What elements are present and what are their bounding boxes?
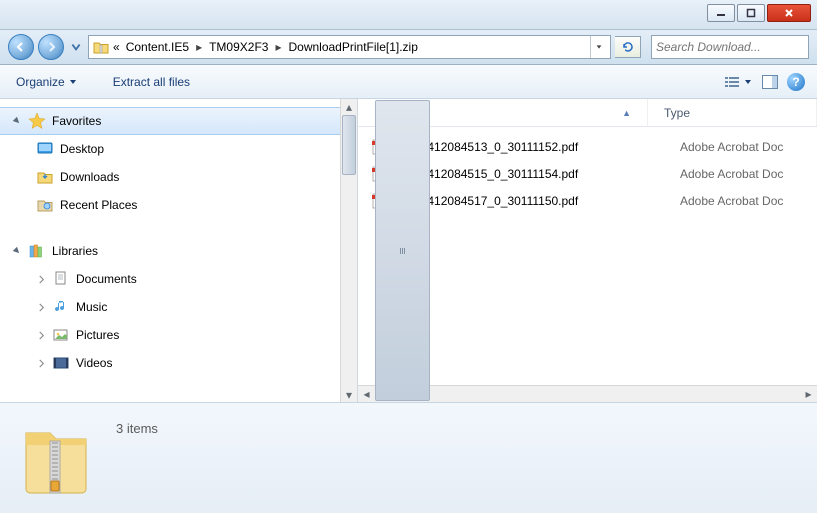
details-item-count: 3 items	[116, 417, 158, 436]
tree-music[interactable]: Music	[0, 293, 357, 321]
tree-label: Recent Places	[60, 198, 137, 212]
tree-label: Pictures	[76, 328, 119, 342]
organize-label: Organize	[16, 75, 65, 89]
tree-label: Music	[76, 300, 107, 314]
tree-label: Videos	[76, 356, 112, 370]
nav-scrollbar[interactable]: ▴ ▾	[340, 99, 357, 402]
breadcrumb-seg-content[interactable]: Content.IE5	[124, 40, 191, 54]
chevron-down-icon	[69, 78, 77, 86]
column-label: Type	[664, 106, 690, 120]
tree-recent-places[interactable]: Recent Places	[0, 191, 357, 219]
preview-pane-icon	[762, 75, 778, 89]
navigation-pane: Favorites Desktop Downloads Recent Place…	[0, 99, 358, 402]
pictures-icon	[52, 326, 70, 344]
forward-button[interactable]	[38, 34, 64, 60]
music-icon	[52, 298, 70, 316]
tree-desktop[interactable]: Desktop	[0, 135, 357, 163]
tree-label: Favorites	[52, 114, 101, 128]
view-options-button[interactable]	[721, 73, 755, 91]
close-button[interactable]	[767, 4, 811, 22]
main-content: Favorites Desktop Downloads Recent Place…	[0, 99, 817, 402]
scroll-up-icon[interactable]: ▴	[341, 99, 357, 114]
expand-icon[interactable]	[36, 302, 46, 312]
tree-pictures[interactable]: Pictures	[0, 321, 357, 349]
extract-label: Extract all files	[113, 75, 190, 89]
file-name: 20130412084515_0_30111154.pdf	[394, 167, 672, 181]
tree-libraries[interactable]: Libraries	[0, 237, 357, 265]
breadcrumb-arrow-icon[interactable]: ▸	[193, 40, 205, 54]
scroll-right-icon[interactable]: ▸	[800, 386, 817, 402]
scroll-thumb[interactable]	[342, 115, 356, 175]
zip-folder-large-icon	[20, 419, 92, 497]
libraries-icon	[28, 242, 46, 260]
file-type: Adobe Acrobat Doc	[680, 167, 783, 181]
help-icon: ?	[787, 73, 805, 91]
collapse-icon[interactable]	[12, 246, 22, 256]
extract-all-button[interactable]: Extract all files	[107, 71, 196, 93]
chevron-down-icon	[744, 78, 752, 86]
collapse-icon[interactable]	[12, 116, 22, 126]
organize-button[interactable]: Organize	[10, 71, 83, 93]
minimize-button[interactable]	[707, 4, 735, 22]
horizontal-scrollbar[interactable]: ◂ ▸	[358, 385, 817, 402]
view-list-icon	[724, 75, 742, 89]
breadcrumb-seg-tm[interactable]: TM09X2F3	[207, 40, 270, 54]
back-arrow-icon	[15, 41, 27, 53]
address-dropdown-button[interactable]	[590, 36, 606, 58]
star-icon	[28, 112, 46, 130]
scroll-down-icon[interactable]: ▾	[341, 387, 357, 402]
tree-label: Downloads	[60, 170, 119, 184]
minimize-icon	[716, 8, 726, 18]
scroll-thumb[interactable]	[375, 100, 430, 401]
chevron-down-icon	[70, 41, 82, 53]
tree-downloads[interactable]: Downloads	[0, 163, 357, 191]
maximize-icon	[746, 8, 756, 18]
column-header-type[interactable]: Type	[648, 99, 817, 126]
chevron-down-icon	[595, 43, 603, 51]
window-titlebar	[0, 0, 817, 30]
file-list-pane: Name ▲ Type 20130412084513_0_30111152.pd…	[358, 99, 817, 402]
breadcrumb-seg-zip[interactable]: DownloadPrintFile[1].zip	[286, 40, 419, 54]
tree-favorites[interactable]: Favorites	[0, 107, 340, 135]
maximize-button[interactable]	[737, 4, 765, 22]
breadcrumb-prefix[interactable]: «	[111, 40, 122, 54]
file-name: 20130412084513_0_30111152.pdf	[394, 140, 672, 154]
command-bar: Organize Extract all files ?	[0, 65, 817, 99]
file-name: 20130412084517_0_30111150.pdf	[394, 194, 672, 208]
address-bar[interactable]: « Content.IE5 ▸ TM09X2F3 ▸ DownloadPrint…	[88, 35, 611, 59]
expand-icon[interactable]	[36, 330, 46, 340]
back-button[interactable]	[8, 34, 34, 60]
help-button[interactable]: ?	[785, 71, 807, 93]
tree-label: Desktop	[60, 142, 104, 156]
file-type: Adobe Acrobat Doc	[680, 140, 783, 154]
forward-arrow-icon	[45, 41, 57, 53]
recent-places-icon	[36, 196, 54, 214]
tree-label: Libraries	[52, 244, 98, 258]
tree-videos[interactable]: Videos	[0, 349, 357, 377]
search-box[interactable]	[651, 35, 809, 59]
address-row: « Content.IE5 ▸ TM09X2F3 ▸ DownloadPrint…	[0, 30, 817, 65]
sort-ascending-icon: ▲	[622, 108, 631, 118]
close-icon	[784, 8, 794, 18]
expand-icon[interactable]	[36, 358, 46, 368]
documents-icon	[52, 270, 70, 288]
preview-pane-button[interactable]	[759, 71, 781, 93]
downloads-icon	[36, 168, 54, 186]
expand-icon[interactable]	[36, 274, 46, 284]
tree-label: Documents	[76, 272, 137, 286]
refresh-icon	[621, 40, 635, 54]
search-input[interactable]	[656, 40, 813, 54]
scroll-left-icon[interactable]: ◂	[358, 386, 375, 402]
nav-history-button[interactable]	[68, 36, 84, 58]
desktop-icon	[36, 140, 54, 158]
videos-icon	[52, 354, 70, 372]
refresh-button[interactable]	[615, 36, 641, 58]
breadcrumb-arrow-icon[interactable]: ▸	[272, 40, 284, 54]
details-pane: 3 items	[0, 402, 817, 513]
zip-folder-icon	[93, 39, 109, 55]
tree-documents[interactable]: Documents	[0, 265, 357, 293]
file-type: Adobe Acrobat Doc	[680, 194, 783, 208]
